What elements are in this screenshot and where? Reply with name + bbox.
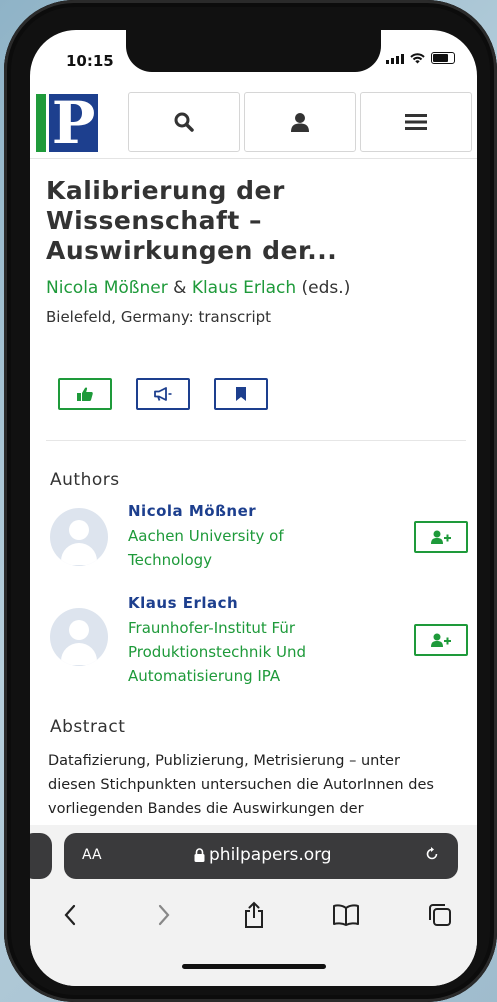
divider — [46, 440, 466, 441]
book-info: Kalibrierung der Wissenschaft – Auswirku… — [46, 176, 466, 326]
search-icon — [174, 112, 194, 132]
notch — [126, 30, 381, 72]
title-line: Wissenschaft – — [46, 206, 263, 235]
avatar-body — [61, 643, 97, 665]
tabs-button[interactable] — [420, 897, 460, 933]
abstract-line: diesen Stichpunkten untersuchen die Auto… — [48, 777, 434, 793]
menu-icon — [405, 114, 427, 130]
add-user-icon — [431, 530, 451, 544]
author-name[interactable]: Klaus Erlach — [128, 594, 238, 612]
avatar-body — [61, 543, 97, 565]
chevron-right-icon — [158, 904, 170, 926]
editor-link[interactable]: Nicola Mößner — [46, 278, 168, 298]
menu-button[interactable] — [360, 92, 472, 152]
chevron-left-icon — [64, 904, 76, 926]
thumbs-up-icon — [77, 387, 93, 401]
abstract-line: vorliegenden Bandes die Auswirkungen der — [48, 801, 364, 817]
logo-letter: P — [49, 94, 98, 152]
account-button[interactable] — [244, 92, 356, 152]
action-buttons — [58, 378, 268, 410]
like-button[interactable] — [58, 378, 112, 410]
home-indicator — [182, 964, 326, 969]
back-button[interactable] — [50, 897, 90, 933]
address-bar[interactable]: AA philpapers.org — [64, 833, 458, 879]
abstract-line: Datafizierung, Publizierung, Metrisierun… — [48, 753, 400, 769]
share-page-button[interactable] — [234, 897, 274, 933]
book-icon — [333, 904, 359, 926]
megaphone-icon — [154, 387, 172, 401]
status-time: 10:15 — [66, 52, 114, 70]
page-title: Kalibrierung der Wissenschaft – Auswirku… — [46, 176, 466, 266]
bookmarks-button[interactable] — [326, 897, 366, 933]
share-button[interactable] — [136, 378, 190, 410]
editor-separator: & — [173, 278, 187, 298]
reload-button[interactable] — [424, 846, 440, 866]
eds-label: (eds.) — [301, 278, 351, 298]
url-text: philpapers.org — [209, 845, 332, 865]
battery-icon — [431, 52, 455, 64]
signal-icon — [386, 54, 404, 64]
affiliation-line: Produktionstechnik Und — [128, 643, 307, 661]
avatar-head — [69, 620, 89, 640]
affiliation-line: Technology — [128, 551, 213, 569]
bookmark-icon — [236, 387, 246, 401]
screen: 10:15 P Kalibrierung der Wissenschaft – … — [30, 30, 477, 986]
search-button[interactable] — [128, 92, 240, 152]
browser-bottom-bar: AA philpapers.org — [30, 825, 477, 986]
authors-heading: Authors — [50, 470, 120, 490]
site-header: P — [30, 88, 477, 159]
avatar — [50, 608, 108, 666]
title-line: Kalibrierung der — [46, 176, 285, 205]
lock-icon — [194, 848, 205, 862]
publisher-info: Bielefeld, Germany: transcript — [46, 308, 272, 326]
add-user-icon — [431, 633, 451, 647]
affiliation-line: Fraunhofer-Institut Für — [128, 619, 296, 637]
abstract-text: Datafizierung, Publizierung, Metrisierun… — [48, 749, 468, 821]
logo-green-bar — [36, 94, 46, 152]
browser-toolbar — [30, 897, 477, 937]
status-icons — [386, 52, 455, 64]
author-affiliation: Fraunhofer-Institut Für Produktionstechn… — [128, 616, 328, 688]
affiliation-line: Aachen University of — [128, 527, 284, 545]
tabs-icon — [429, 904, 451, 926]
editors: Nicola Mößner & Klaus Erlach (eds.) — [46, 278, 466, 298]
avatar-head — [69, 520, 89, 540]
share-icon — [245, 901, 263, 928]
editor-link[interactable]: Klaus Erlach — [192, 278, 296, 298]
abstract-heading: Abstract — [50, 717, 126, 737]
affiliation-line: Automatisierung IPA — [128, 667, 281, 685]
title-line: Auswirkungen der... — [46, 236, 338, 265]
text-size-button[interactable]: AA — [82, 847, 102, 863]
forward-button[interactable] — [144, 897, 184, 933]
reload-icon — [426, 847, 438, 860]
author-name[interactable]: Nicola Mößner — [128, 502, 256, 520]
save-button[interactable] — [214, 378, 268, 410]
previous-tab-preview[interactable] — [30, 833, 52, 879]
user-icon — [291, 113, 309, 132]
wifi-icon — [410, 53, 425, 64]
url-display[interactable]: philpapers.org — [194, 845, 332, 865]
follow-author-button[interactable] — [414, 624, 468, 656]
philpapers-logo[interactable]: P — [36, 94, 98, 152]
follow-author-button[interactable] — [414, 521, 468, 553]
avatar — [50, 508, 108, 566]
phone-frame: 10:15 P Kalibrierung der Wissenschaft – … — [4, 0, 497, 1002]
author-affiliation: Aachen University of Technology — [128, 524, 328, 572]
